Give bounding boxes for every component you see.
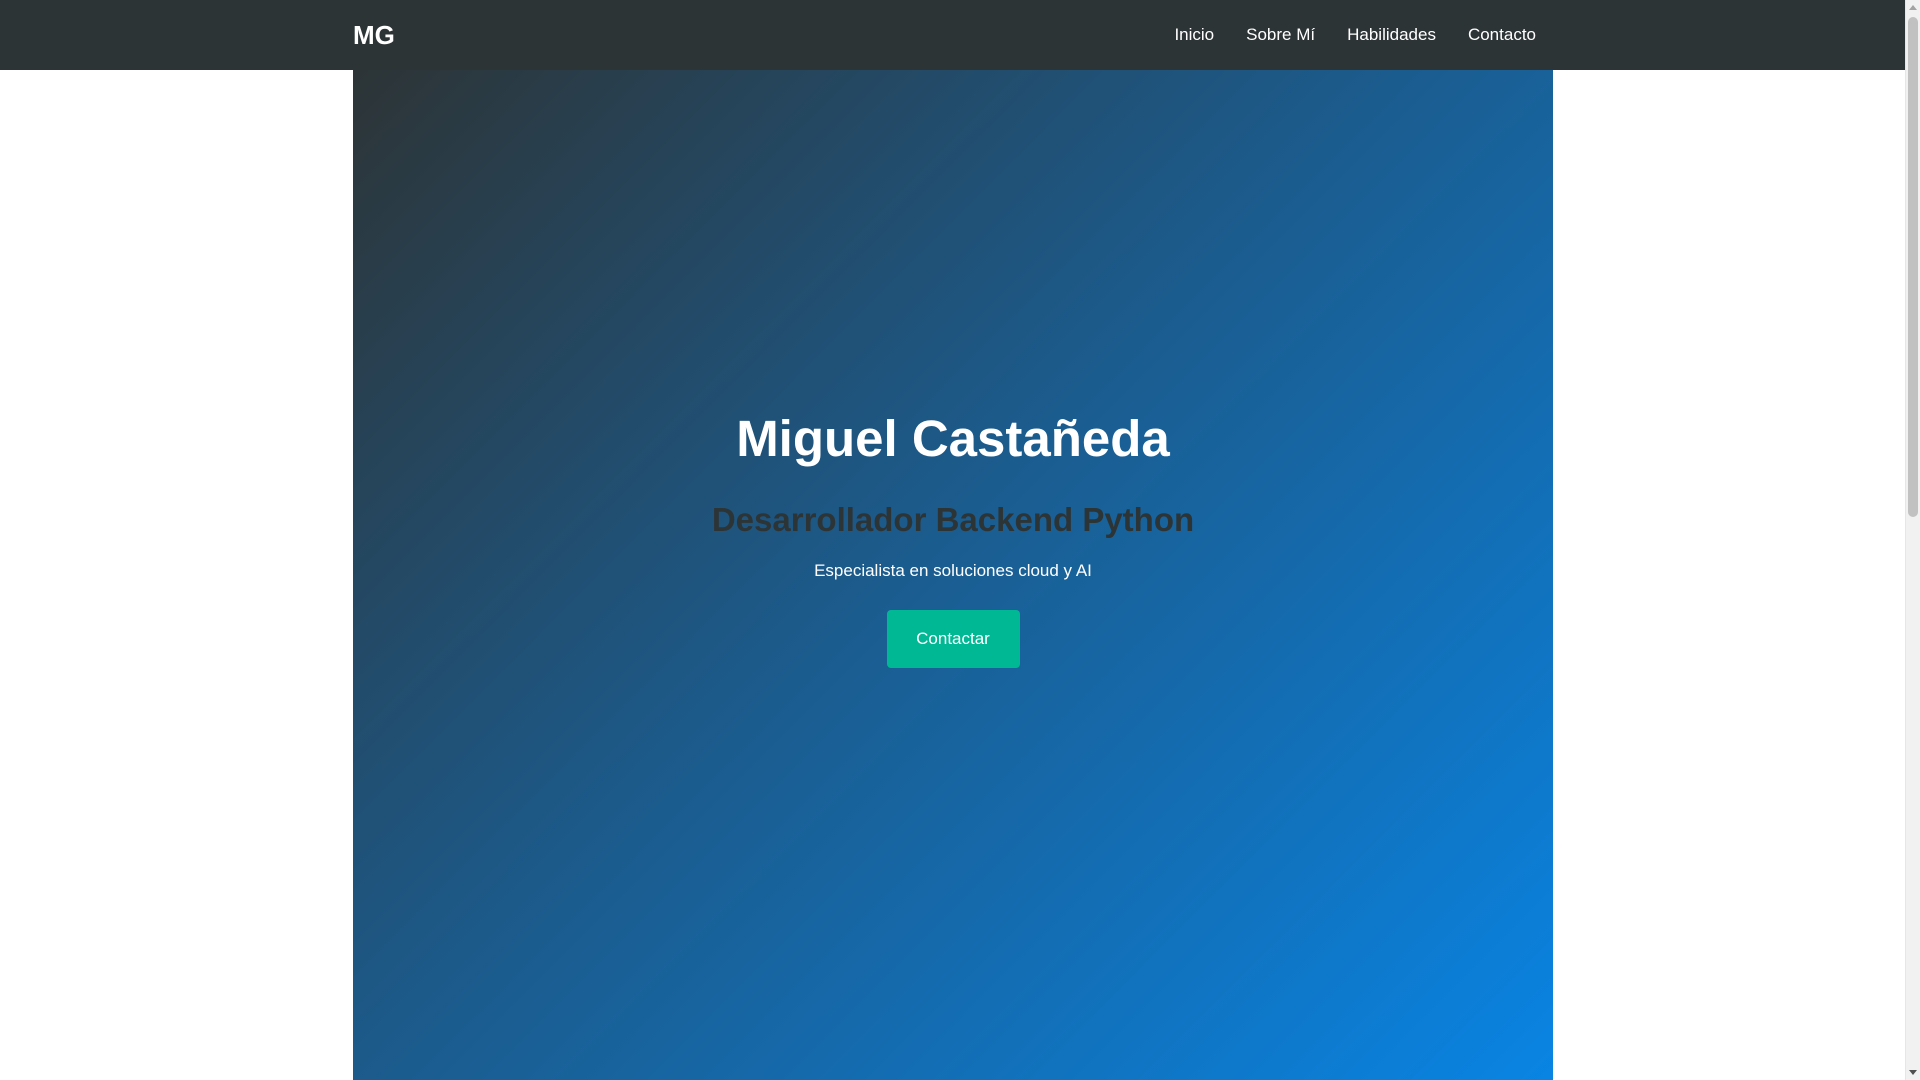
vertical-scrollbar[interactable] [1905, 0, 1920, 1080]
scroll-up-arrow-icon[interactable] [1909, 5, 1917, 10]
navbar: MG Inicio Sobre Mí Habilidades Contacto [0, 0, 1905, 70]
nav-link-sobre-mi[interactable]: Sobre Mí [1246, 25, 1315, 45]
hero-subtitle: Desarrollador Backend Python [711, 501, 1195, 538]
scroll-thumb[interactable] [1908, 17, 1918, 517]
hero-title: Miguel Castañeda [736, 410, 1170, 467]
nav-links: Inicio Sobre Mí Habilidades Contacto [1142, 0, 1536, 70]
brand-logo[interactable]: MG [353, 0, 395, 70]
page: MG Inicio Sobre Mí Habilidades Contacto … [0, 0, 1920, 1080]
scroll-down-arrow-icon[interactable] [1909, 1070, 1917, 1075]
hero-tagline: Especialista en soluciones cloud y AI [814, 561, 1092, 580]
nav-link-inicio[interactable]: Inicio [1174, 25, 1214, 45]
nav-link-habilidades[interactable]: Habilidades [1347, 25, 1436, 45]
contact-button[interactable]: Contactar [886, 610, 1020, 668]
hero-section: Miguel Castañeda Desarrollador Backend P… [353, 70, 1553, 1080]
nav-link-contacto[interactable]: Contacto [1468, 25, 1536, 45]
